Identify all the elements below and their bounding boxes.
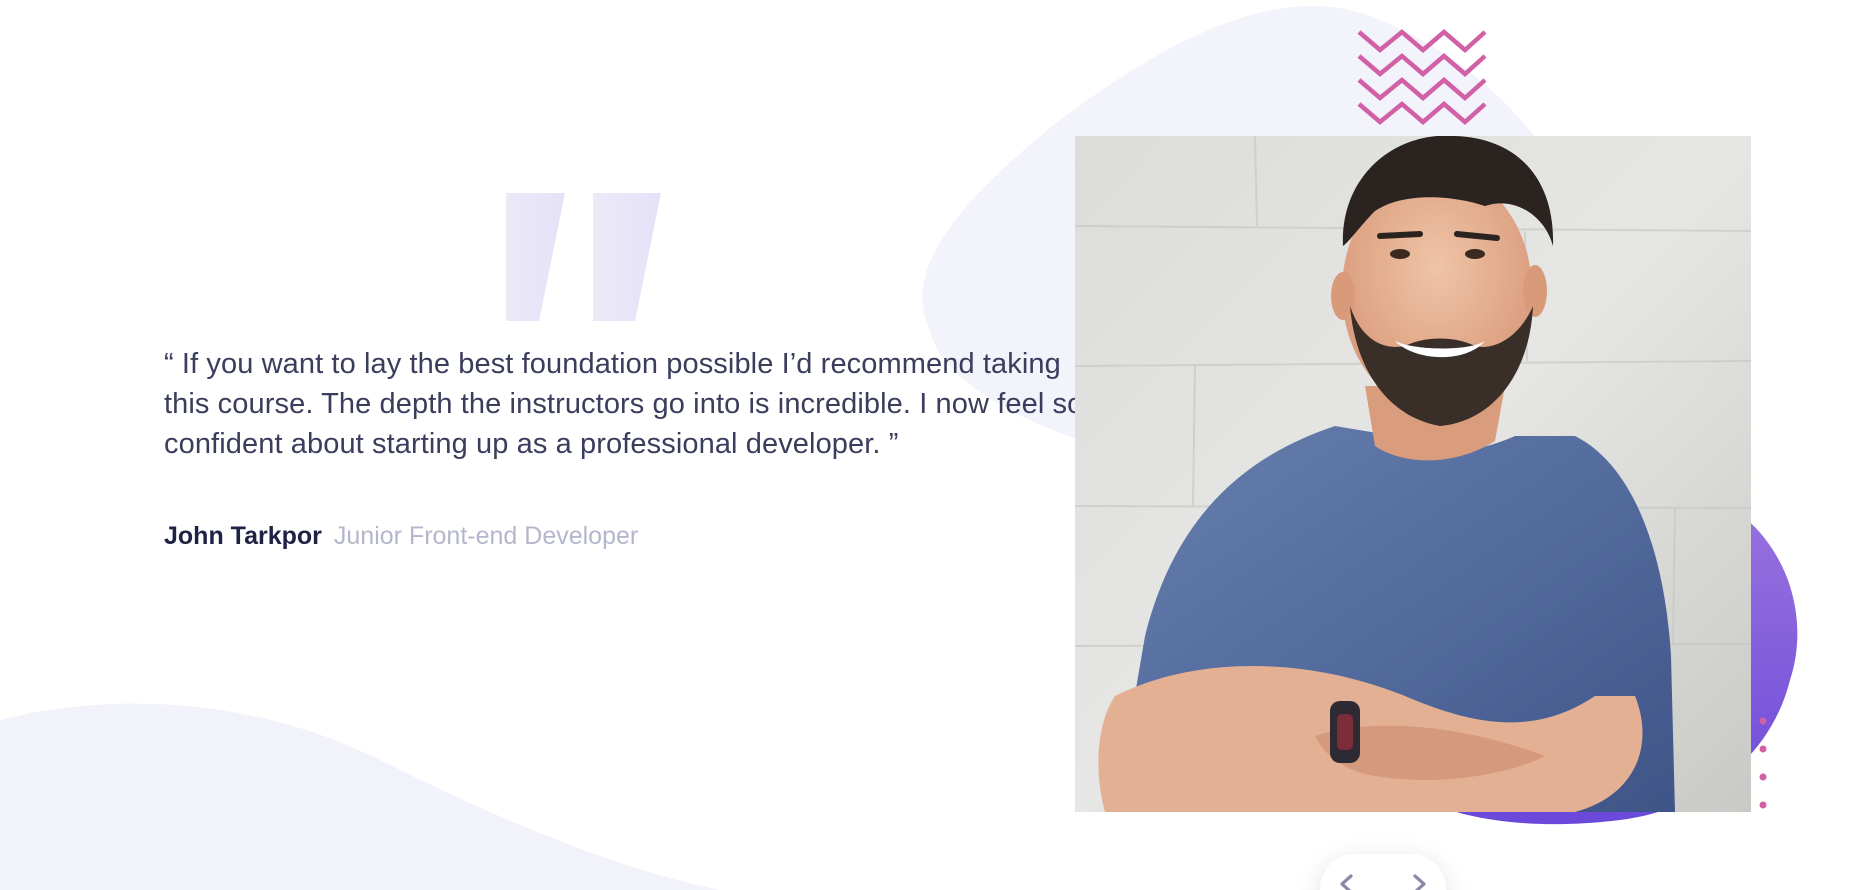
author-role: Junior Front-end Developer: [333, 522, 639, 550]
author-photo-image: [1075, 136, 1751, 812]
carousel-navigation: [1320, 854, 1446, 890]
testimonial-quote: “ If you want to lay the best foundation…: [164, 348, 1084, 460]
testimonial-section: “ If you want to lay the best foundation…: [0, 0, 1869, 890]
background-blob-bottom: [0, 703, 720, 890]
zigzag-pattern-icon: [1357, 29, 1487, 125]
next-button[interactable]: [1405, 870, 1433, 890]
dots-pattern-icon: [1759, 717, 1767, 809]
quote-icon: [506, 193, 661, 321]
chevron-right-icon: [1413, 874, 1426, 890]
author-photo: [1075, 136, 1751, 812]
chevron-left-icon: [1340, 874, 1353, 890]
author-name: John Tarkpor: [164, 522, 322, 550]
previous-button[interactable]: [1333, 870, 1361, 890]
testimonial-author: John Tarkpor Junior Front-end Developer: [164, 522, 638, 551]
